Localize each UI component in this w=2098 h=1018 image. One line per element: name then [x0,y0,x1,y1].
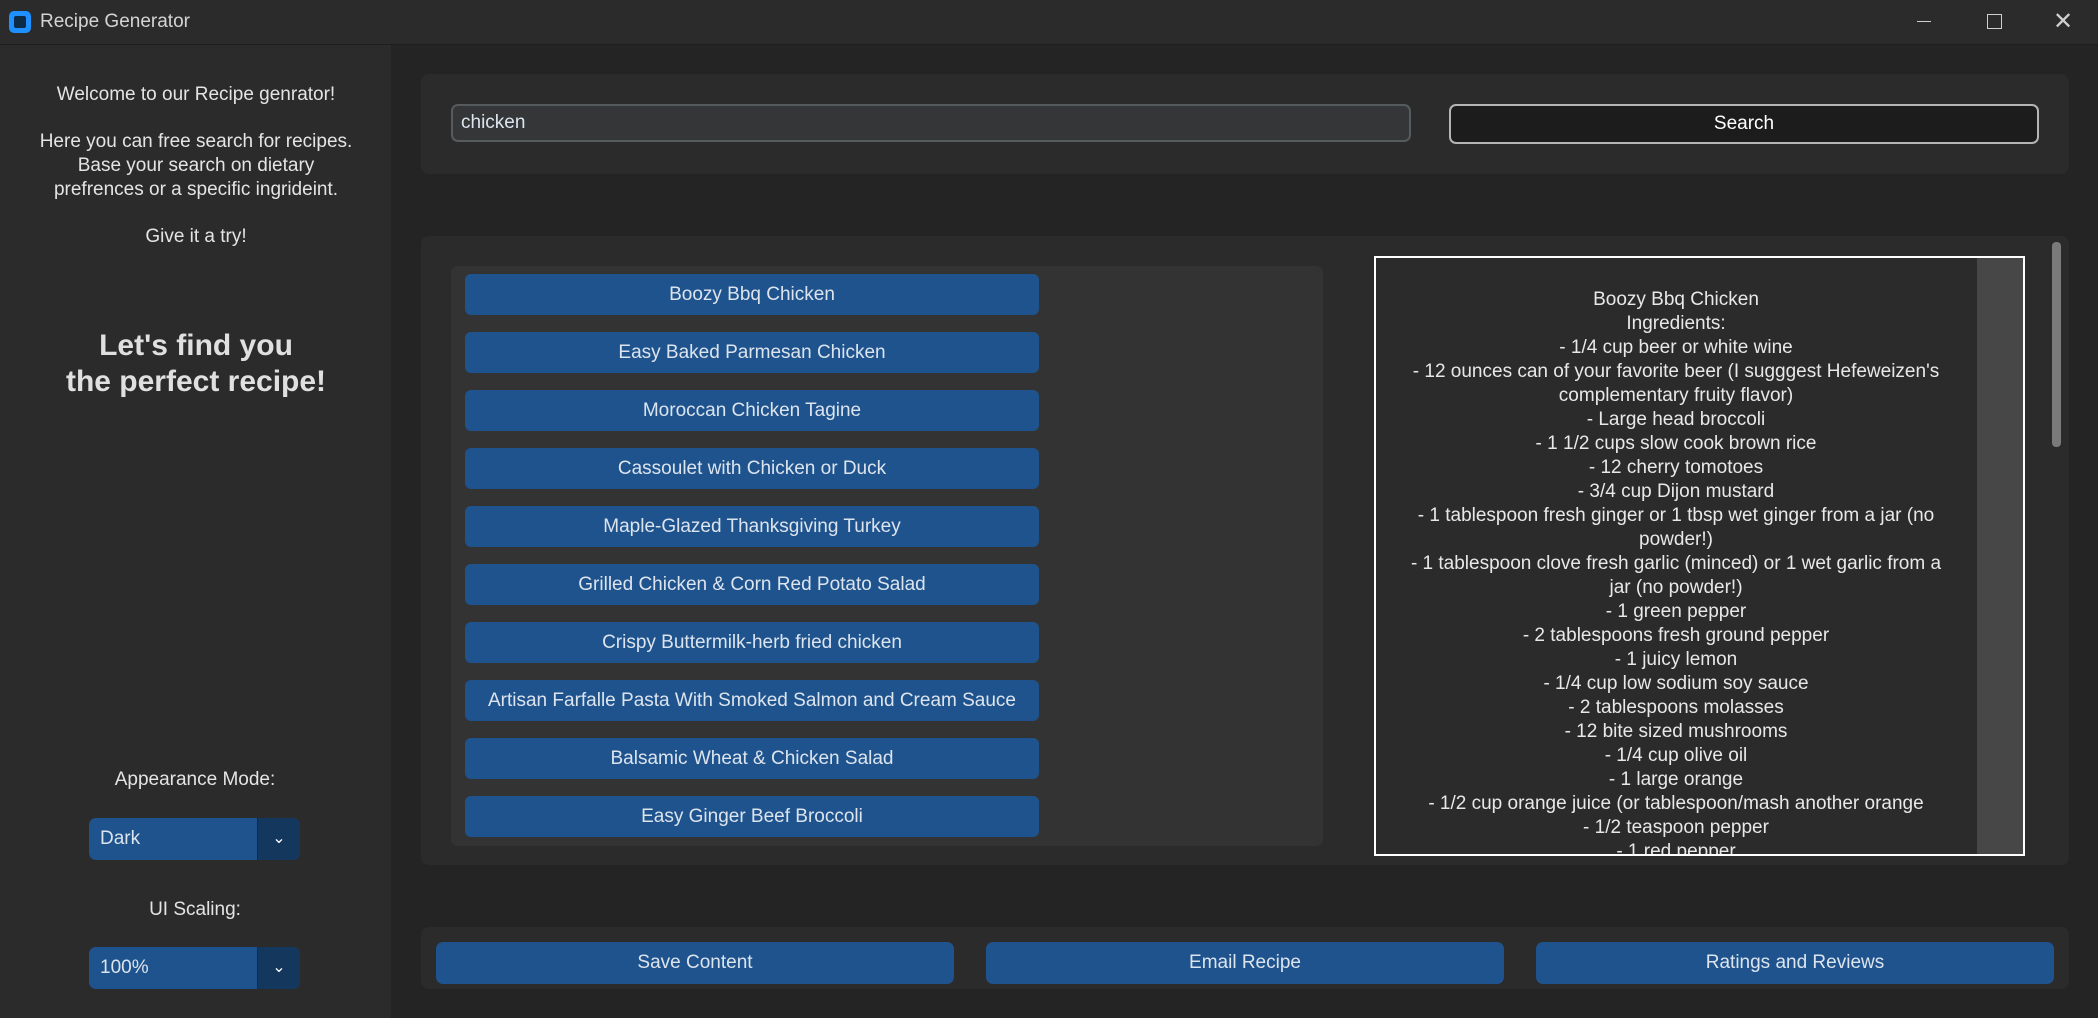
appearance-mode-value: Dark [100,828,141,849]
welcome-text: Welcome to our Recipe genrator! Here you… [14,83,378,249]
app-icon [9,11,31,33]
search-input[interactable]: chicken [451,104,1411,142]
tagline-line: the perfect recipe! [65,365,327,398]
recipe-detail-line: - 12 ounces can of your favorite beer (I… [1412,361,1940,382]
recipe-detail-line: - 1/2 teaspoon pepper [1583,817,1769,838]
recipe-detail-line: - 1 juicy lemon [1614,649,1738,670]
results-panel: Boozy Bbq Chicken Easy Baked Parmesan Ch… [421,236,2069,865]
welcome-line: Welcome to our Recipe genrator! [56,84,336,105]
close-button[interactable]: ✕ [2033,0,2093,44]
search-bar: chicken Search [421,74,2069,174]
email-recipe-button[interactable]: Email Recipe [986,942,1504,984]
recipe-detail-line: - 1 green pepper [1605,601,1747,622]
recipe-detail-line: - 1 large orange [1608,769,1744,790]
save-content-button[interactable]: Save Content [436,942,954,984]
recipe-detail-line: - 1/4 cup beer or white wine [1559,337,1793,358]
recipe-result-button[interactable]: Balsamic Wheat & Chicken Salad [465,738,1039,779]
recipe-detail-line: - 12 bite sized mushrooms [1564,721,1788,742]
sidebar: Welcome to our Recipe genrator! Here you… [0,45,391,1018]
recipe-detail-line: Boozy Bbq Chicken [1593,289,1759,310]
window-title: Recipe Generator [40,11,190,32]
welcome-line: Give it a try! [145,226,247,247]
recipe-result-button[interactable]: Boozy Bbq Chicken [465,274,1039,315]
recipe-detail-line: - 12 cherry tomotoes [1588,457,1764,478]
tagline-line: Let's find you [99,329,293,362]
ratings-reviews-button[interactable]: Ratings and Reviews [1536,942,2054,984]
recipe-detail-line: - Large head broccoli [1586,409,1766,430]
recipe-detail-line: - 1/2 cup orange juice (or tablespoon/ma… [1428,793,1924,814]
search-button[interactable]: Search [1449,104,2039,144]
ui-scaling-dropdown[interactable]: 100% ⌄ [89,947,300,989]
appearance-mode-label: Appearance Mode: [114,769,276,790]
recipe-detail-line: - 3/4 cup Dijon mustard [1577,481,1775,502]
recipe-result-button[interactable]: Moroccan Chicken Tagine [465,390,1039,431]
recipe-result-button[interactable]: Cassoulet with Chicken or Duck [465,448,1039,489]
appearance-mode-dropdown[interactable]: Dark ⌄ [89,818,300,860]
recipe-result-button[interactable]: Grilled Chicken & Corn Red Potato Salad [465,564,1039,605]
recipe-result-button[interactable]: Easy Baked Parmesan Chicken [465,332,1039,373]
ui-scaling-value: 100% [100,957,149,978]
recipe-detail-line: - 1 red pepper [1616,841,1736,856]
recipe-result-button[interactable]: Easy Ginger Beef Broccoli [465,796,1039,837]
recipe-detail-line: jar (no powder!) [1609,577,1743,598]
recipe-detail-line: - 1 tablespoon clove fresh garlic (mince… [1410,553,1942,574]
recipe-detail-line: complementary fruity flavor) [1558,385,1794,406]
chevron-down-icon[interactable]: ⌄ [257,947,300,989]
recipe-list: Boozy Bbq Chicken Easy Baked Parmesan Ch… [451,266,1323,846]
minimize-button[interactable] [1893,0,1953,44]
recipe-detail-line: Ingredients: [1626,313,1726,334]
recipe-detail-line: - 2 tablespoons molasses [1568,697,1784,718]
recipe-detail-textbox[interactable]: Boozy Bbq Chicken Ingredients: - 1/4 cup b… [1374,256,2025,856]
recipe-result-button[interactable]: Maple-Glazed Thanksgiving Turkey [465,506,1039,547]
welcome-line: prefrences or a specific ingridеint. [53,179,339,200]
title-bar: Recipe Generator ✕ [0,0,2098,45]
welcome-line: Base your search on dietary [77,155,315,176]
detail-scrollbar[interactable] [1977,258,2023,854]
recipe-result-button[interactable]: Crispy Buttermilk-herb fried chicken [465,622,1039,663]
panel-scrollbar-thumb[interactable] [2052,242,2061,447]
maximize-button[interactable] [1963,0,2023,44]
welcome-line: Here you can free search for recipes. [39,131,353,152]
tagline: Let's find you the perfect recipe! [14,328,378,400]
recipe-detail-line: - 1 1/2 cups slow cook brown rice [1535,433,1817,454]
recipe-result-button[interactable]: Artisan Farfalle Pasta With Smoked Salmo… [465,680,1039,721]
recipe-detail-line: - 1/4 cup olive oil [1604,745,1748,766]
ui-scaling-label: UI Scaling: [149,899,241,920]
recipe-detail-line: - 1 tablespoon fresh ginger or 1 tbsp we… [1417,505,1935,526]
recipe-detail-line: - 1/4 cup low sodium soy sauce [1543,673,1809,694]
recipe-detail-text: Boozy Bbq Chicken Ingredients: - 1/4 cup b… [1386,288,1966,856]
action-bar: Save Content Email Recipe Ratings and Re… [421,927,2069,989]
chevron-down-icon[interactable]: ⌄ [257,818,300,860]
recipe-detail-line: powder!) [1639,529,1713,550]
recipe-detail-line: - 2 tablespoons fresh ground pepper [1522,625,1830,646]
